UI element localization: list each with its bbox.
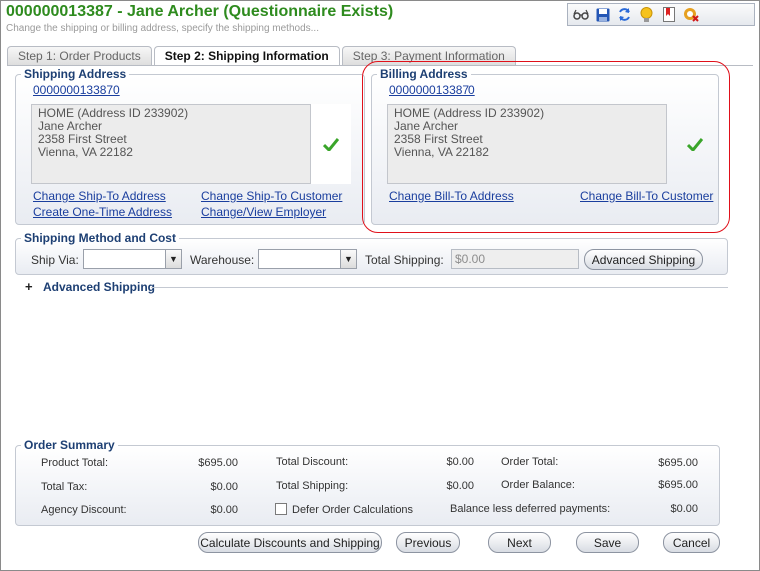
create-one-time-address-link[interactable]: Create One-Time Address: [33, 205, 172, 219]
billing-address-legend: Billing Address: [380, 67, 468, 81]
change-ship-to-address-link[interactable]: Change Ship-To Address: [33, 189, 166, 203]
checkmark-icon: [687, 138, 703, 151]
glasses-icon[interactable]: [572, 6, 589, 23]
shipping-address-line: Vienna, VA 22182: [38, 145, 133, 159]
section-divider: [151, 287, 728, 288]
product-total-label: Product Total:: [41, 457, 109, 469]
defer-order-calculations-label: Defer Order Calculations: [292, 504, 414, 516]
billing-address-line: Vienna, VA 22182: [394, 145, 489, 159]
total-shipping-summary-label: Total Shipping:: [276, 480, 349, 492]
cancel-button[interactable]: Cancel: [663, 532, 720, 553]
billing-customer-sub-link[interactable]: 0: [468, 83, 475, 97]
toolbar: [567, 3, 755, 26]
change-ship-to-customer-link[interactable]: Change Ship-To Customer: [201, 189, 342, 203]
warehouse-select[interactable]: ▼: [258, 249, 357, 269]
tab-shipping-information[interactable]: Step 2: Shipping Information: [153, 46, 340, 66]
defer-order-calculations-checkbox[interactable]: [275, 503, 287, 515]
page-subtitle: Change the shipping or billing address, …: [6, 23, 319, 34]
chevron-down-icon[interactable]: ▼: [340, 250, 356, 268]
refresh-icon[interactable]: [616, 6, 633, 23]
advanced-shipping-button[interactable]: Advanced Shipping: [584, 249, 703, 270]
lightbulb-icon[interactable]: [638, 6, 655, 23]
total-tax-value: $0.00: [210, 481, 238, 493]
total-discount-value: $0.00: [446, 456, 474, 468]
balance-less-deferred-label: Balance less deferred payments:: [450, 503, 611, 515]
tab-order-products[interactable]: Step 1: Order Products: [7, 46, 152, 65]
product-total-value: $695.00: [198, 457, 238, 469]
agency-discount-label: Agency Discount:: [41, 504, 127, 516]
total-shipping-field: $0.00: [451, 249, 579, 269]
shipping-check-panel: [311, 104, 351, 184]
ship-via-label: Ship Via:: [31, 253, 79, 267]
close-record-icon[interactable]: [682, 6, 699, 23]
shipping-address-box: HOME (Address ID 233902) Jane Archer 235…: [31, 104, 311, 184]
order-total-value: $695.00: [658, 457, 698, 469]
total-shipping-label: Total Shipping:: [365, 253, 444, 267]
advanced-shipping-section: + Advanced Shipping: [15, 279, 728, 295]
bookmark-icon[interactable]: [660, 6, 677, 23]
agency-discount-value: $0.00: [210, 504, 238, 516]
total-shipping-summary-value: $0.00: [446, 480, 474, 492]
shipping-customer-sub-link[interactable]: 0: [113, 83, 120, 97]
order-total-label: Order Total:: [501, 456, 559, 468]
tab-divider: [7, 65, 753, 66]
order-summary-legend: Order Summary: [24, 438, 115, 452]
total-tax-label: Total Tax:: [41, 481, 88, 493]
order-balance-label: Order Balance:: [501, 479, 575, 491]
save-button[interactable]: Save: [576, 532, 639, 553]
shipping-method-legend: Shipping Method and Cost: [24, 231, 176, 245]
order-balance-value: $695.00: [658, 479, 698, 491]
change-view-employer-link[interactable]: Change/View Employer: [201, 205, 326, 219]
expand-icon[interactable]: +: [25, 279, 33, 294]
checkmark-icon: [323, 137, 339, 151]
shipping-customer-id-link[interactable]: 000000013387: [33, 83, 113, 97]
change-bill-to-customer-link[interactable]: Change Bill-To Customer: [580, 189, 713, 203]
next-button[interactable]: Next: [488, 532, 551, 553]
chevron-down-icon[interactable]: ▼: [165, 250, 181, 268]
tab-payment-information[interactable]: Step 3: Payment Information: [341, 46, 516, 65]
shipping-address-legend: Shipping Address: [24, 67, 127, 81]
billing-address-box: HOME (Address ID 233902) Jane Archer 235…: [387, 104, 667, 184]
save-icon[interactable]: [594, 6, 611, 23]
balance-less-deferred-value: $0.00: [670, 503, 698, 515]
page-title: 000000013387 - Jane Archer (Questionnair…: [6, 3, 394, 20]
previous-button[interactable]: Previous: [396, 532, 460, 553]
total-discount-label: Total Discount:: [276, 456, 349, 468]
step-tabs: Step 1: Order Products Step 2: Shipping …: [7, 46, 516, 66]
billing-customer-id-link[interactable]: 000000013387: [389, 83, 469, 97]
warehouse-label: Warehouse:: [190, 253, 255, 267]
change-bill-to-address-link[interactable]: Change Bill-To Address: [389, 189, 514, 203]
advanced-shipping-toggle[interactable]: Advanced Shipping: [43, 280, 155, 294]
calculate-discounts-button[interactable]: Calculate Discounts and Shipping: [198, 532, 382, 553]
ship-via-select[interactable]: ▼: [83, 249, 182, 269]
